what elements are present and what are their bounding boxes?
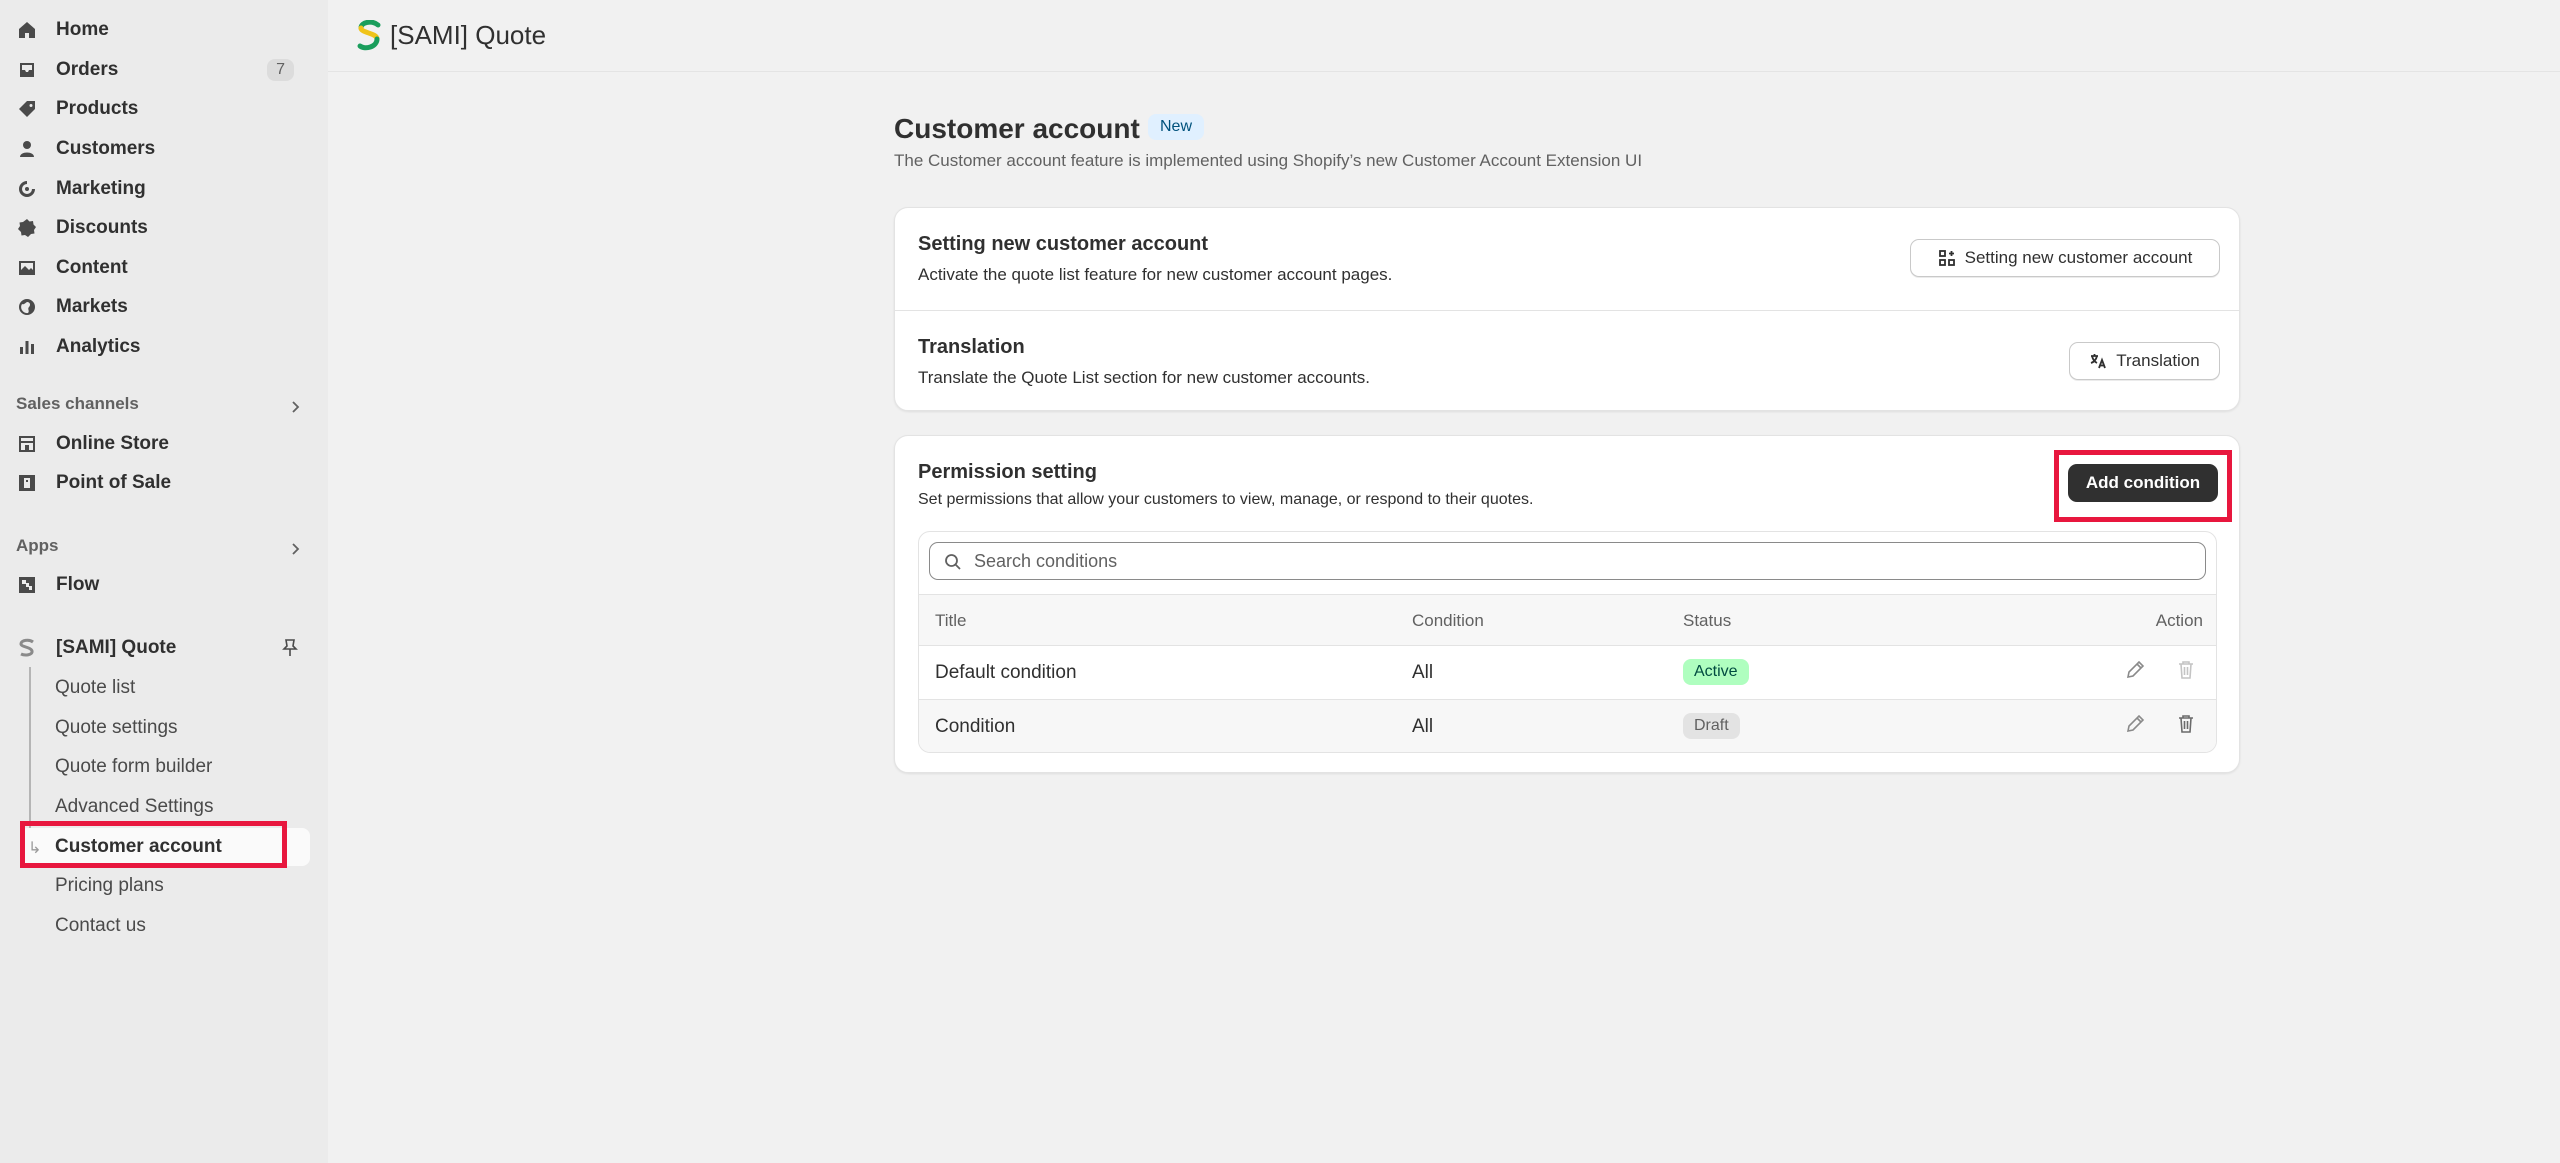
translate-icon bbox=[2090, 354, 2107, 369]
inbox-icon bbox=[16, 59, 38, 81]
column-header-condition: Condition bbox=[1412, 611, 1484, 630]
cell-title: Condition bbox=[935, 716, 1016, 737]
sami-quote-logo-icon bbox=[16, 637, 38, 659]
apps-grid-icon bbox=[1938, 250, 1955, 266]
column-header-title: Title bbox=[935, 611, 967, 630]
nav-item-content[interactable]: Content bbox=[16, 250, 306, 286]
settings-card: Setting new customer account Activate th… bbox=[894, 207, 2240, 411]
page-title: Customer account bbox=[894, 113, 1140, 144]
setting-description: Activate the quote list feature for new … bbox=[918, 265, 1393, 284]
target-icon bbox=[16, 178, 38, 200]
nav-item-label: Orders bbox=[56, 59, 119, 80]
cell-condition: All bbox=[1412, 662, 1434, 683]
tag-icon bbox=[16, 98, 38, 120]
table-header: Title Condition Status Action bbox=[919, 594, 2216, 646]
cell-title: Default condition bbox=[935, 662, 1077, 683]
nav-item-label: Discounts bbox=[56, 217, 148, 238]
discount-icon bbox=[16, 217, 38, 239]
sub-nav-line bbox=[29, 667, 31, 845]
orders-count-badge: 7 bbox=[267, 59, 294, 81]
nav-item-point-of-sale[interactable]: Point of Sale bbox=[16, 465, 306, 501]
delete-icon[interactable] bbox=[2175, 659, 2197, 681]
highlight-box bbox=[2054, 450, 2232, 522]
nav-item-markets[interactable]: Markets bbox=[16, 289, 306, 325]
edit-icon[interactable] bbox=[2124, 713, 2146, 735]
search-input[interactable] bbox=[974, 543, 2194, 579]
pos-icon bbox=[16, 472, 38, 494]
nav-item-label: Content bbox=[56, 257, 128, 278]
sub-item-quote-form-builder[interactable]: Quote form builder bbox=[55, 752, 212, 782]
translation-description: Translate the Quote List section for new… bbox=[918, 368, 1370, 387]
nav-item-marketing[interactable]: Marketing bbox=[16, 171, 306, 207]
sub-item-contact-us[interactable]: Contact us bbox=[55, 911, 146, 941]
nav-item-label: Customers bbox=[56, 138, 156, 159]
button-label: Translation bbox=[2116, 351, 2200, 370]
sub-item-quote-list[interactable]: Quote list bbox=[55, 673, 135, 703]
status-badge: Active bbox=[1683, 659, 1749, 685]
table-row[interactable]: Condition All Draft bbox=[919, 699, 2216, 752]
new-badge: New bbox=[1148, 114, 1205, 140]
chevron-right-icon[interactable] bbox=[288, 542, 302, 556]
nav-item-label: Marketing bbox=[56, 178, 146, 199]
highlight-box bbox=[20, 821, 287, 868]
app-title: [SAMI] Quote bbox=[390, 20, 547, 50]
nav-item-sami-quote[interactable]: [SAMI] Quote bbox=[16, 630, 306, 666]
sub-item-pricing-plans[interactable]: Pricing plans bbox=[55, 871, 164, 901]
translation-title: Translation bbox=[918, 336, 1025, 358]
permission-description: Set permissions that allow your customer… bbox=[918, 491, 1534, 508]
pin-icon[interactable] bbox=[281, 638, 299, 658]
home-icon bbox=[16, 19, 38, 41]
nav-item-label: [SAMI] Quote bbox=[56, 637, 177, 658]
nav-item-label: Markets bbox=[56, 296, 128, 317]
table-row[interactable]: Default condition All Active bbox=[919, 646, 2216, 699]
page-subtitle: The Customer account feature is implemen… bbox=[894, 151, 1643, 170]
nav-item-label: Point of Sale bbox=[56, 472, 172, 493]
cell-condition: All bbox=[1412, 716, 1434, 737]
setting-title: Setting new customer account bbox=[918, 233, 1209, 255]
globe-icon bbox=[16, 296, 38, 318]
search-field[interactable] bbox=[929, 542, 2206, 580]
nav-item-home[interactable]: Home bbox=[16, 12, 306, 48]
nav-item-online-store[interactable]: Online Store bbox=[16, 426, 306, 462]
nav-item-analytics[interactable]: Analytics bbox=[16, 329, 306, 365]
nav-item-label: Products bbox=[56, 98, 139, 119]
edit-icon[interactable] bbox=[2124, 659, 2146, 681]
column-header-status: Status bbox=[1683, 611, 1732, 630]
nav-item-discounts[interactable]: Discounts bbox=[16, 210, 306, 246]
apps-title: Apps bbox=[16, 536, 59, 555]
nav-item-label: Analytics bbox=[56, 336, 141, 357]
column-header-action: Action bbox=[2155, 611, 2203, 630]
sub-item-advanced-settings[interactable]: Advanced Settings bbox=[55, 792, 213, 822]
sami-quote-logo-icon bbox=[357, 20, 381, 51]
flow-icon bbox=[16, 574, 38, 596]
nav-item-label: Home bbox=[56, 19, 109, 40]
store-icon bbox=[16, 433, 38, 455]
button-label: Setting new customer account bbox=[1964, 248, 2193, 267]
bar-chart-icon bbox=[16, 336, 38, 358]
top-bar: [SAMI] Quote bbox=[328, 0, 2560, 72]
nav-item-label: Online Store bbox=[56, 433, 169, 454]
search-icon bbox=[945, 554, 961, 570]
permission-title: Permission setting bbox=[918, 461, 1097, 483]
nav-item-label: Flow bbox=[56, 574, 100, 595]
nav-item-flow[interactable]: Flow bbox=[16, 567, 306, 603]
nav-item-customers[interactable]: Customers bbox=[16, 131, 306, 167]
translation-button[interactable]: Translation bbox=[2069, 342, 2220, 380]
nav-item-orders[interactable]: Orders 7 bbox=[16, 52, 306, 88]
sales-channels-title: Sales channels bbox=[16, 394, 139, 413]
conditions-table: Title Condition Status Action Default co… bbox=[918, 531, 2217, 753]
setting-new-customer-account-button[interactable]: Setting new customer account bbox=[1910, 239, 2220, 277]
delete-icon[interactable] bbox=[2175, 713, 2197, 735]
nav-item-products[interactable]: Products bbox=[16, 91, 306, 127]
status-badge: Draft bbox=[1683, 713, 1740, 739]
chevron-right-icon[interactable] bbox=[288, 400, 302, 414]
divider bbox=[895, 310, 2239, 311]
sub-item-quote-settings[interactable]: Quote settings bbox=[55, 713, 178, 743]
person-icon bbox=[16, 138, 38, 160]
sidebar: Home Orders 7 Products Customers Marketi… bbox=[0, 0, 328, 1163]
image-icon bbox=[16, 257, 38, 279]
